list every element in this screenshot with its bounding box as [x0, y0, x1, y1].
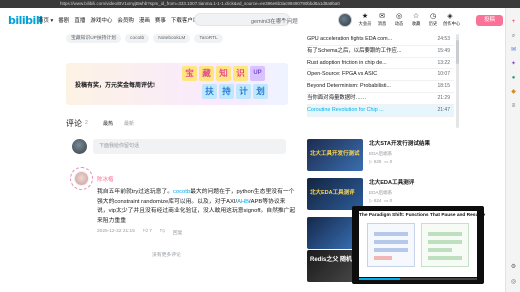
playlist-item[interactable]: Open-Source: FPGA vs ASIC 10:07 [307, 69, 454, 82]
tag-item[interactable]: cocotb [125, 34, 150, 43]
tag-item[interactable]: TaroRTL [194, 34, 223, 43]
nav-live[interactable]: 直播 [74, 16, 85, 24]
playlist-item[interactable]: 当你面对海量数据时…… 21:29 [307, 93, 454, 105]
rec-stats: ▷ 624 ▭ 0 [369, 198, 393, 203]
nav-anime[interactable]: 番剧 [58, 16, 69, 24]
like-button[interactable]: 👍︎ 7 [143, 229, 152, 236]
playlist-item[interactable]: GPU acceleration fights EDA com... 24:53 [307, 34, 454, 46]
mail-icon[interactable]: ✉ [509, 46, 518, 55]
slide-panel-right [421, 223, 469, 267]
search-box[interactable]: gemini3在哪个问题 ⌕ [194, 13, 298, 26]
vip-icon: ★ [361, 13, 369, 20]
banner-tile: 宝 [182, 66, 197, 81]
commenter-avatar[interactable] [74, 171, 89, 186]
comment-time: 2025-12-22 21:15 [97, 229, 135, 234]
history-icon: ◷ [429, 13, 437, 20]
search-icon[interactable]: ⌕ [509, 32, 518, 41]
upload-button[interactable]: 投稿 [476, 15, 503, 26]
comments-count: 2 [85, 120, 88, 126]
banner-tile: 知 [216, 66, 231, 81]
rec-stats: ▷ 626 ▭ 0 [369, 159, 393, 164]
playlist-item[interactable]: Beyond Determinism: Probabilisti... 18:15 [307, 81, 454, 93]
banner-tile: 持 [219, 84, 234, 99]
playlist: GPU acceleration fights EDA com... 24:53 … [307, 34, 454, 117]
favorites-entry[interactable]: ☆ 收藏 [409, 12, 423, 27]
mini-player-screen[interactable]: The Paradigm Shift: Functions That Pause… [359, 211, 486, 277]
thumb-up-icon: 👍︎ [142, 229, 148, 234]
comments-title: 评论 [66, 119, 82, 128]
tag-item[interactable]: 宝藏知识UP扶持计划 [66, 34, 122, 43]
user-icon[interactable]: ● [509, 74, 518, 83]
tag-item[interactable]: NotebookLM [153, 34, 191, 43]
banner-text: 投稿有奖，万元奖金每周评优! [75, 83, 155, 89]
comment-input[interactable]: 下面我给你留句话 [93, 139, 286, 154]
nav-home[interactable]: 首页 ▾ [38, 16, 53, 24]
nav-games[interactable]: 游戏中心 [90, 16, 112, 24]
slide-panel-left [367, 223, 415, 267]
reply-button[interactable]: 回复 [173, 229, 183, 236]
mini-player[interactable]: The Paradigm Shift: Functions That Pause… [352, 206, 486, 284]
dislike-button[interactable]: 👎︎ [160, 229, 165, 236]
rec-title[interactable]: 北大EDA工具测评 [369, 178, 414, 186]
search-input[interactable]: gemini3在哪个问题 [251, 17, 298, 25]
creator-icon: ◈ [447, 13, 453, 20]
nav-manga[interactable]: 漫画 [139, 16, 150, 24]
user-menu: ★ 大会员 ✉ 消息 ◎ 动态 ☆ 收藏 ◷ 历史 ◈ 创作中心 [358, 12, 461, 27]
vip-entry[interactable]: ★ 大会员 [358, 12, 372, 27]
commenter-name[interactable]: 陈冰楷 [97, 175, 114, 183]
app-icon[interactable]: ◆ [509, 88, 518, 97]
globe-icon[interactable]: ◎ [509, 278, 518, 287]
dynamic-icon: ◎ [395, 13, 403, 20]
banner-tile: UP [250, 66, 265, 81]
sort-new-tab[interactable]: 最新 [124, 120, 134, 127]
settings-icon[interactable]: ✦ [509, 60, 518, 69]
star-icon: ☆ [412, 13, 420, 20]
menu-icon[interactable]: ≡ [509, 102, 518, 111]
banner-tile: 藏 [199, 66, 214, 81]
no-more-comments: 没有更多评论 [152, 253, 181, 258]
sort-hot-tab[interactable]: 最热 [103, 120, 113, 127]
dynamic-entry[interactable]: ◎ 动态 [392, 12, 406, 27]
top-header: bilibili 首页 ▾ 番剧 直播 游戏中心 会员购 漫画 赛事 下载客户端… [0, 8, 505, 32]
thumb-down-icon: 👎︎ [159, 229, 165, 234]
activity-banner[interactable]: 投稿有奖，万元奖金每周评优! 宝 藏 知 识 UP 扶 持 计 划 [66, 63, 288, 105]
playlist-scrollbar[interactable] [456, 34, 459, 128]
banner-tile: 划 [253, 84, 268, 99]
nav-mall[interactable]: 会员购 [117, 16, 134, 24]
slide-title: The Paradigm Shift: Functions That Pause… [359, 213, 486, 218]
avatar[interactable] [338, 13, 352, 27]
nav-esports[interactable]: 赛事 [155, 16, 166, 24]
progress-fill [359, 278, 401, 280]
banner-tile: 计 [236, 84, 251, 99]
search-icon[interactable]: ⌕ [281, 16, 285, 24]
video-tags: 宝藏知识UP扶持计划 cocotb NotebookLM TaroRTL [66, 34, 223, 43]
address-bar[interactable]: https://www.bilibili.com/video/BV1xmyjBw… [0, 0, 520, 8]
search-link-ahb[interactable]: AHB [237, 199, 249, 205]
rec-card[interactable]: 北大工具开发行测试 北大STA开发行测试结果 EDA后端系 ▷ 626 ▭ 0 [307, 139, 457, 173]
rec-up[interactable]: EDA后端系 [369, 190, 392, 196]
history-entry[interactable]: ◷ 历史 [426, 12, 440, 27]
browser-sidebar: + ⌕ ✉ ✦ ● ◆ ≡ ⚙ ◎ [505, 8, 520, 292]
my-avatar [72, 139, 87, 154]
playlist-item[interactable]: Rust adoption friction in chip de... 13:2… [307, 58, 454, 70]
playlist-item-current[interactable]: Coroutine Revolution for Chip ... 21:47 [307, 104, 454, 117]
gear-icon[interactable]: ⚙ [509, 263, 518, 272]
creator-entry[interactable]: ◈ 创作中心 [443, 12, 460, 27]
playlist-item[interactable]: 有了Schema之后，以后要跟的工作应... 15:49 [307, 46, 454, 58]
plus-icon[interactable]: + [509, 18, 518, 27]
message-icon: ✉ [379, 13, 385, 20]
comment-text: 我自五年前就try过这玩意了。cocotb最大的问题在于，python生态里没有… [97, 189, 296, 224]
scrollbar-thumb[interactable] [456, 40, 459, 64]
rec-title[interactable]: 北大STA开发行测试结果 [369, 139, 430, 147]
search-link-cocotb[interactable]: cocotb [173, 189, 190, 195]
rec-up[interactable]: EDA后端系 [369, 151, 392, 157]
message-entry[interactable]: ✉ 消息 [375, 12, 389, 27]
rec-thumbnail[interactable]: 北大工具开发行测试 [307, 139, 363, 171]
comment-meta: 2025-12-22 21:15 👍︎ 7 👎︎ 回复 [97, 229, 182, 236]
mini-player-progress[interactable] [359, 278, 477, 280]
page: bilibili 首页 ▾ 番剧 直播 游戏中心 会员购 漫画 赛事 下载客户端… [0, 8, 505, 292]
banner-tile: 扶 [202, 84, 217, 99]
top-nav: 首页 ▾ 番剧 直播 游戏中心 会员购 漫画 赛事 下载客户端 [38, 16, 198, 24]
banner-tile: 识 [233, 66, 248, 81]
